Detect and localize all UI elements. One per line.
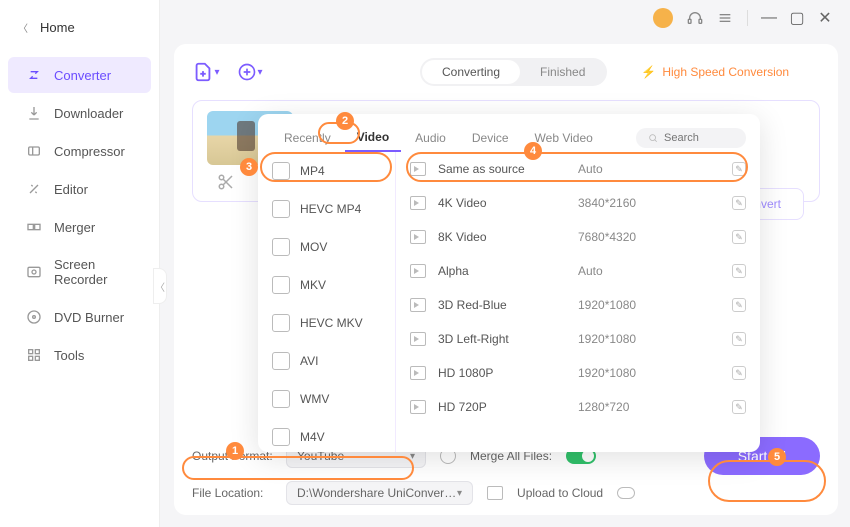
merger-icon: [26, 219, 42, 235]
res-hd-720p[interactable]: HD 720P1280*720✎: [396, 390, 760, 424]
callout-4: 4: [524, 142, 542, 160]
popup-tab-device[interactable]: Device: [460, 125, 521, 151]
edit-icon[interactable]: ✎: [732, 264, 746, 278]
home-label: Home: [40, 20, 75, 35]
sidebar-item-tools[interactable]: Tools: [8, 337, 151, 373]
cloud-label: Upload to Cloud: [517, 486, 603, 500]
high-speed-badge[interactable]: ⚡ High Speed Conversion: [641, 65, 789, 79]
callout-5: 5: [768, 448, 786, 466]
close-button[interactable]: ✕: [818, 11, 832, 25]
trim-icon[interactable]: [217, 173, 235, 191]
edit-icon[interactable]: ✎: [732, 230, 746, 244]
popup-search[interactable]: [636, 128, 746, 148]
format-popup: Recently Video Audio Device Web Video MP…: [258, 114, 760, 452]
edit-icon[interactable]: ✎: [732, 298, 746, 312]
tools-icon: [26, 347, 42, 363]
file-location-select[interactable]: D:\Wondershare UniConverter 1▾: [286, 481, 473, 505]
format-hevc-mp4[interactable]: HEVC MP4: [258, 190, 395, 228]
res-4k[interactable]: 4K Video3840*2160✎: [396, 186, 760, 220]
edit-icon[interactable]: ✎: [732, 162, 746, 176]
format-wmv[interactable]: WMV: [258, 380, 395, 418]
format-mkv[interactable]: MKV: [258, 266, 395, 304]
format-list: MP4 HEVC MP4 MOV MKV HEVC MKV AVI WMV M4…: [258, 152, 396, 452]
res-3d-red-blue[interactable]: 3D Red-Blue1920*1080✎: [396, 288, 760, 322]
chevron-left-icon: 〈: [18, 20, 28, 35]
format-mov[interactable]: MOV: [258, 228, 395, 266]
dvd-icon: [26, 309, 42, 325]
file-location-label: File Location:: [192, 486, 278, 500]
format-hevc-mkv[interactable]: HEVC MKV: [258, 304, 395, 342]
callout-3: 3: [240, 158, 258, 176]
recorder-icon: [26, 264, 42, 280]
avatar[interactable]: [653, 8, 673, 28]
add-folder-button[interactable]: ▾: [236, 58, 264, 86]
callout-1: 1: [226, 442, 244, 460]
callout-2: 2: [336, 112, 354, 130]
format-avi[interactable]: AVI: [258, 342, 395, 380]
sidebar-collapse[interactable]: 〈: [153, 268, 167, 304]
res-3d-left-right[interactable]: 3D Left-Right1920*1080✎: [396, 322, 760, 356]
sidebar-item-compressor[interactable]: Compressor: [8, 133, 151, 169]
res-8k[interactable]: 8K Video7680*4320✎: [396, 220, 760, 254]
res-hd-1080p[interactable]: HD 1080P1920*1080✎: [396, 356, 760, 390]
maximize-button[interactable]: ▢: [790, 11, 804, 25]
edit-icon[interactable]: ✎: [732, 400, 746, 414]
sidebar-item-screen-recorder[interactable]: Screen Recorder: [8, 247, 151, 297]
add-file-button[interactable]: ▾: [192, 58, 220, 86]
popup-tab-video[interactable]: Video: [345, 124, 401, 152]
sidebar-item-editor[interactable]: Editor: [8, 171, 151, 207]
res-same-as-source[interactable]: Same as sourceAuto✎: [396, 152, 760, 186]
sidebar: 〈 Home Converter Downloader Compressor E…: [0, 0, 160, 527]
edit-icon[interactable]: ✎: [732, 196, 746, 210]
search-icon: [648, 132, 658, 144]
edit-icon[interactable]: ✎: [732, 366, 746, 380]
sidebar-item-converter[interactable]: Converter: [8, 57, 151, 93]
popup-tab-recently[interactable]: Recently: [272, 125, 343, 151]
editor-icon: [26, 181, 42, 197]
converter-icon: [26, 67, 42, 83]
resolution-list: Same as sourceAuto✎ 4K Video3840*2160✎ 8…: [396, 152, 760, 452]
tab-converting[interactable]: Converting: [422, 60, 520, 84]
sidebar-item-merger[interactable]: Merger: [8, 209, 151, 245]
status-segment: Converting Finished: [420, 58, 607, 86]
sidebar-home[interactable]: 〈 Home: [0, 10, 159, 45]
download-icon: [26, 105, 42, 121]
cloud-icon[interactable]: [617, 487, 635, 499]
format-m4v[interactable]: M4V: [258, 418, 395, 452]
res-alpha[interactable]: AlphaAuto✎: [396, 254, 760, 288]
minimize-button[interactable]: —: [762, 11, 776, 25]
popup-tab-audio[interactable]: Audio: [403, 125, 458, 151]
edit-icon[interactable]: ✎: [732, 332, 746, 346]
sidebar-item-downloader[interactable]: Downloader: [8, 95, 151, 131]
open-folder-icon[interactable]: [487, 486, 503, 500]
format-mp4[interactable]: MP4: [258, 152, 395, 190]
bolt-icon: ⚡: [641, 65, 656, 79]
hamburger-icon[interactable]: [717, 10, 733, 26]
tab-finished[interactable]: Finished: [520, 60, 605, 84]
headset-icon[interactable]: [687, 10, 703, 26]
compressor-icon: [26, 143, 42, 159]
sidebar-item-dvd-burner[interactable]: DVD Burner: [8, 299, 151, 335]
search-input[interactable]: [664, 132, 734, 144]
